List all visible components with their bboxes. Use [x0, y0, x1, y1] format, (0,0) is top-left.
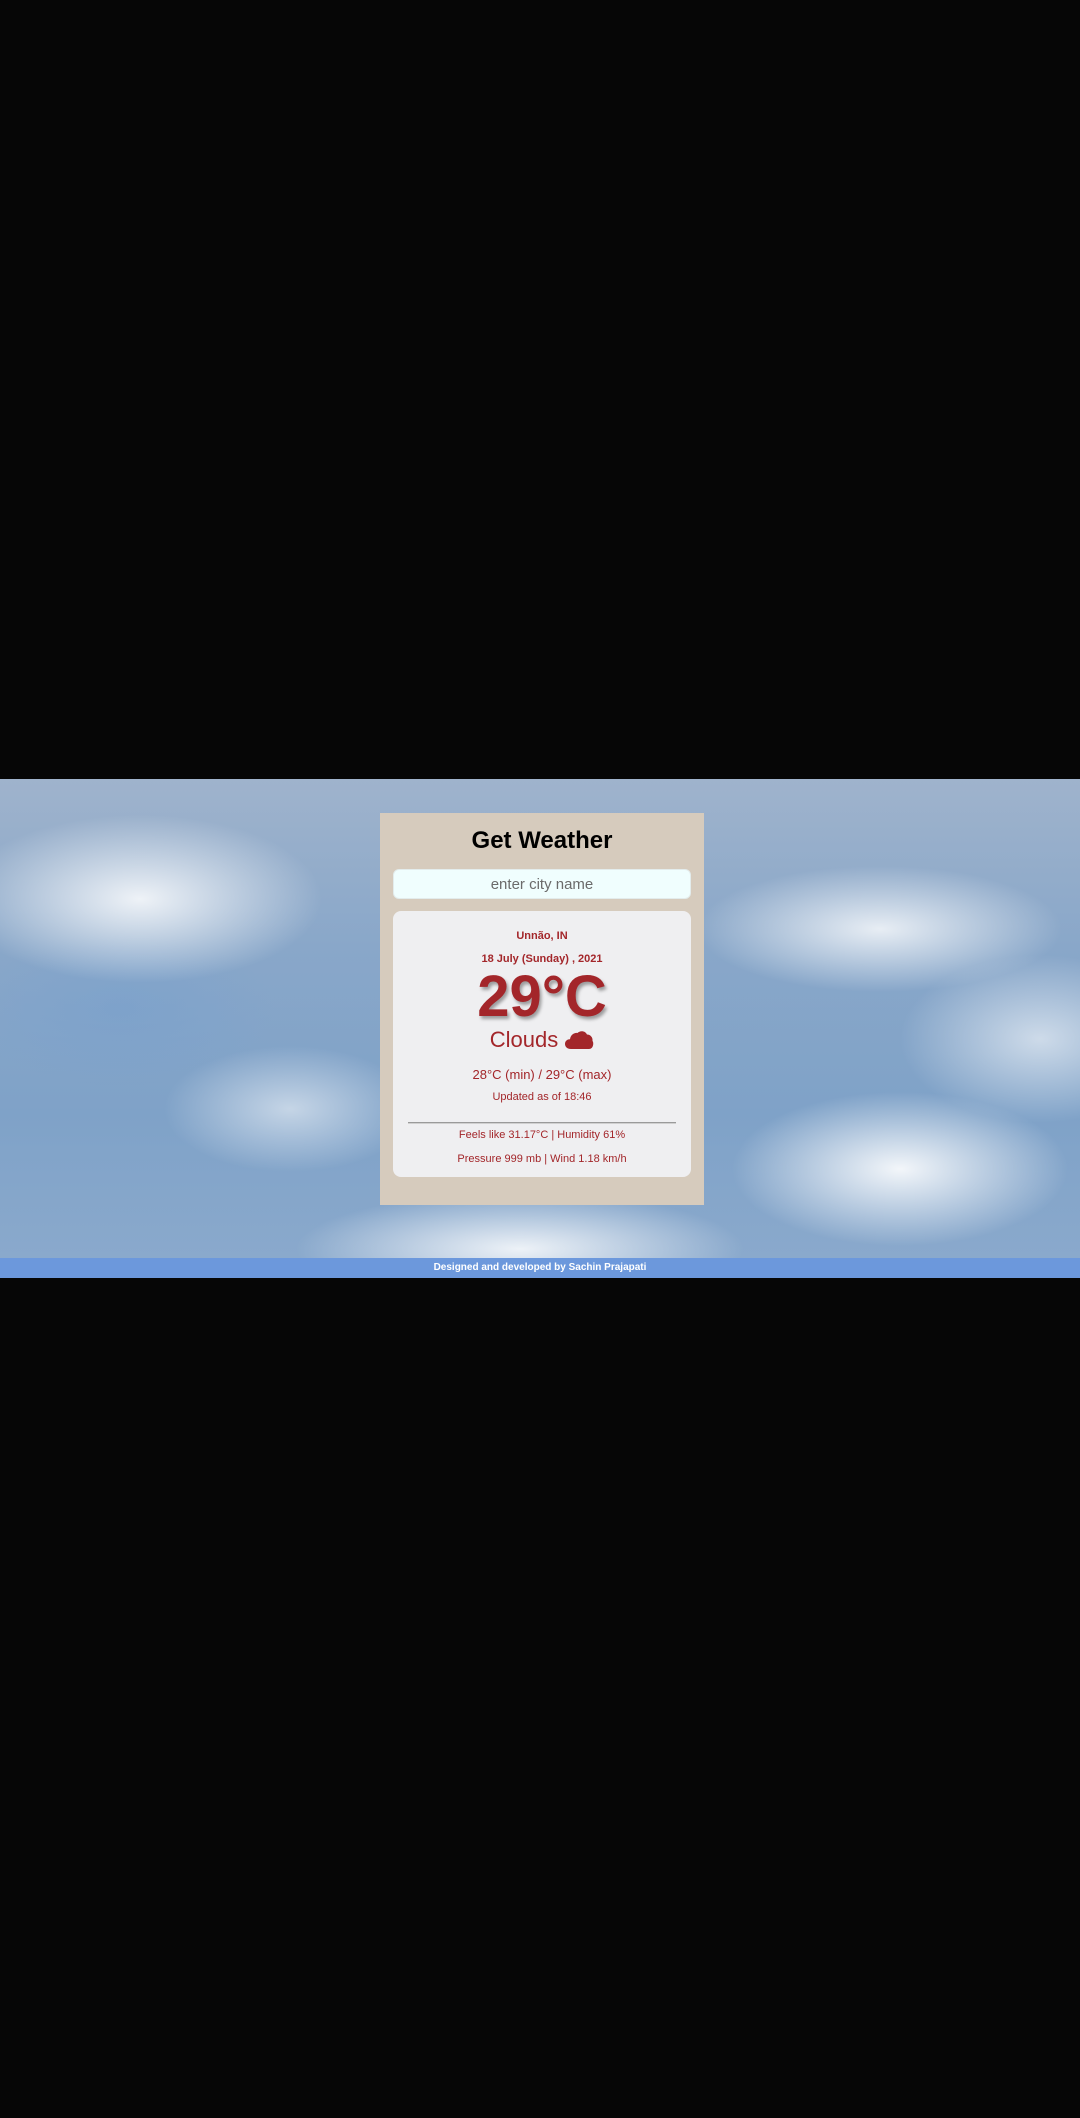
- city-search-input[interactable]: [393, 869, 691, 899]
- cloud-icon: [564, 1029, 594, 1051]
- weather-card: Get Weather Unnão, IN 18 July (Sunday) ,…: [380, 813, 704, 1205]
- condition-label: Clouds: [489, 1027, 559, 1052]
- weather-result-panel: Unnão, IN 18 July (Sunday) , 2021 29°C C…: [393, 911, 691, 1177]
- updated-time: Updated as of 18:46: [492, 1091, 592, 1103]
- divider: [408, 1122, 676, 1124]
- footer-credit: Designed and developed by Sachin Prajapa…: [433, 1262, 647, 1273]
- page-title: Get Weather: [471, 827, 613, 854]
- footer: Designed and developed by Sachin Prajapa…: [0, 1258, 1080, 1278]
- city-label: Unnão, IN: [516, 930, 568, 942]
- temperature-value: 29°C: [477, 964, 607, 1029]
- condition-row: Clouds: [393, 1027, 691, 1053]
- min-max-temperature: 28°C (min) / 29°C (max): [472, 1067, 612, 1082]
- pressure-wind: Pressure 999 mb | Wind 1.18 km/h: [457, 1153, 627, 1165]
- feels-like-humidity: Feels like 31.17°C | Humidity 61%: [458, 1129, 626, 1141]
- sky-background: Get Weather Unnão, IN 18 July (Sunday) ,…: [0, 779, 1080, 1259]
